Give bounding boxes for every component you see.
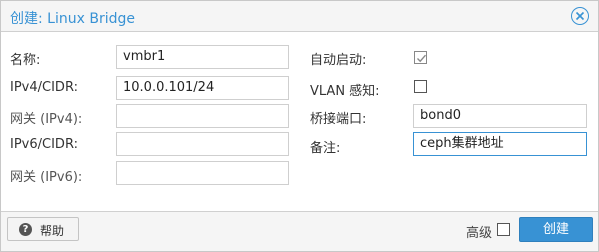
- advanced-label: 高级: [466, 226, 493, 241]
- comment-input[interactable]: ceph集群地址: [413, 132, 587, 156]
- name-label: 名称:: [10, 53, 41, 68]
- question-circle-icon: ?: [19, 223, 32, 236]
- gateway-ipv6-input[interactable]: [116, 161, 289, 185]
- bridge-ports-input[interactable]: bond0: [413, 104, 587, 128]
- comment-label: 备注:: [310, 141, 341, 156]
- gateway-ipv4-label: 网关 (IPv4):: [10, 112, 83, 127]
- dialog-title: 创建: Linux Bridge: [10, 11, 135, 27]
- dialog-footer: ? 帮助 高级 创建: [1, 211, 598, 251]
- advanced-checkbox[interactable]: [497, 223, 510, 236]
- ipv4-cidr-label: IPv4/CIDR:: [10, 80, 78, 95]
- vlan-aware-label: VLAN 感知:: [310, 84, 380, 99]
- vlan-aware-checkbox[interactable]: [414, 80, 427, 93]
- ipv6-cidr-input[interactable]: [116, 132, 289, 156]
- autostart-checkbox[interactable]: [414, 51, 427, 64]
- ipv6-cidr-label: IPv6/CIDR:: [10, 137, 78, 152]
- close-x-glyph: [575, 11, 585, 21]
- name-input[interactable]: vmbr1: [116, 45, 289, 69]
- gateway-ipv6-label: 网关 (IPv6):: [10, 170, 83, 185]
- close-icon[interactable]: [571, 7, 589, 25]
- gateway-ipv4-input[interactable]: [116, 104, 289, 128]
- checkmark-icon: [417, 54, 427, 63]
- help-button-label: 帮助: [40, 224, 65, 238]
- autostart-label: 自动启动:: [310, 53, 367, 68]
- create-linux-bridge-dialog: 创建: Linux Bridge 名称: vmbr1 IPv4/CIDR: 10…: [0, 0, 599, 252]
- help-button[interactable]: ? 帮助: [7, 217, 79, 241]
- bridge-ports-label: 桥接端口:: [310, 112, 367, 127]
- dialog-titlebar: 创建: Linux Bridge: [1, 1, 598, 32]
- create-button[interactable]: 创建: [519, 217, 593, 242]
- ipv4-cidr-input[interactable]: 10.0.0.101/24: [116, 76, 289, 100]
